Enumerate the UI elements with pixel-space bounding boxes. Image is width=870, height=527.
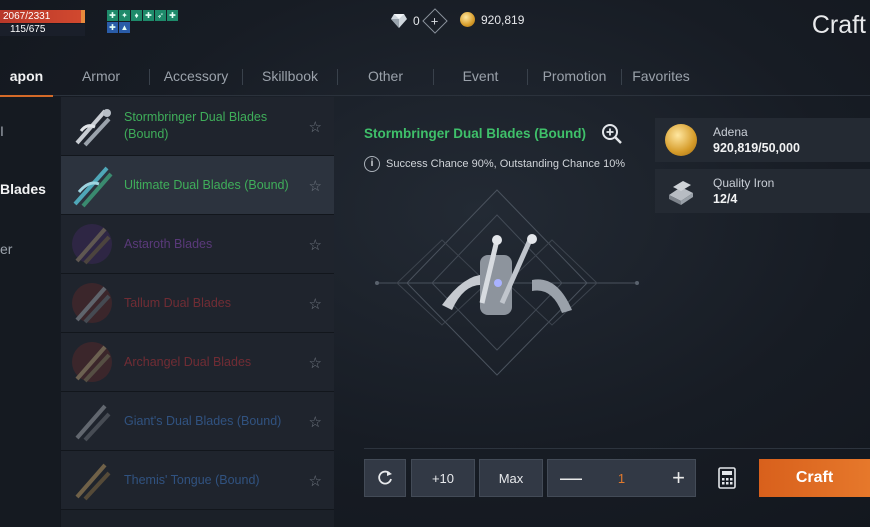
favorite-star-icon[interactable]: ☆ <box>309 295 322 313</box>
diamond-icon <box>391 14 407 28</box>
favorite-star-icon[interactable]: ☆ <box>309 236 322 254</box>
info-icon[interactable]: i <box>364 156 380 172</box>
list-item[interactable]: Stormbringer Dual Blades (Bound) ☆ <box>61 97 334 156</box>
buff-icon: ✚ <box>143 10 154 21</box>
subcategory-list: I Blades er <box>0 97 60 527</box>
adena-coin-icon <box>460 12 475 27</box>
list-item[interactable]: Archangel Dual Blades ☆ <box>61 333 334 392</box>
item-name: Tallum Dual Blades <box>124 295 231 310</box>
tab-skillbook[interactable]: Skillbook <box>243 62 337 96</box>
adena-currency: 920,819 <box>460 12 524 27</box>
hp-text: 2067/2331 <box>3 11 51 22</box>
buff-icon: ✚ <box>107 10 118 21</box>
tab-weapon[interactable]: apon <box>0 62 53 97</box>
diamond-currency: 0 + <box>391 8 448 34</box>
tab-promotion[interactable]: Promotion <box>528 62 621 96</box>
add-diamond-button[interactable]: + <box>421 8 448 34</box>
coin-icon <box>665 124 697 156</box>
tab-accessory[interactable]: Accessory <box>150 62 242 96</box>
buff-icon: ✚ <box>107 22 118 33</box>
reset-button[interactable] <box>364 459 406 497</box>
plus-ten-button[interactable]: +10 <box>411 459 475 497</box>
mp-text: 115/675 <box>10 24 46 35</box>
material-amount: 920,819/50,000 <box>713 141 800 155</box>
item-name: Astaroth Blades <box>124 236 213 251</box>
dual-blades-icon <box>75 463 111 501</box>
material-row: Quality Iron 12/4 <box>655 169 870 213</box>
dual-blades-icon <box>72 224 112 265</box>
buff-icon: ✚ <box>167 10 178 21</box>
dual-blades-icon <box>75 109 111 147</box>
refresh-icon <box>378 470 392 485</box>
hp-bar: 2067/2331 <box>0 10 85 23</box>
tab-favorites[interactable]: Favorites <box>622 62 700 96</box>
material-name: Adena <box>713 125 748 139</box>
buff-icon: ➶ <box>155 10 166 21</box>
list-item[interactable]: Themis' Tongue (Bound) ☆ <box>61 451 334 510</box>
quantity-stepper: — 1 + <box>547 459 696 497</box>
favorite-star-icon[interactable]: ☆ <box>309 472 322 490</box>
tab-event[interactable]: Event <box>434 62 527 96</box>
zoom-in-icon[interactable] <box>601 123 623 145</box>
favorite-star-icon[interactable]: ☆ <box>309 118 322 136</box>
dual-blades-icon <box>442 234 572 315</box>
subcategory-item-blades[interactable]: Blades <box>0 181 46 197</box>
favorite-star-icon[interactable]: ☆ <box>309 177 322 195</box>
item-name: Archangel Dual Blades <box>124 354 252 369</box>
buff-icons: ✚ ✦ ♦ ✚ ➶ ✚ ✚ ▲ <box>107 10 178 33</box>
list-item[interactable]: Tallum Dual Blades ☆ <box>61 274 334 333</box>
craft-button[interactable]: Craft <box>759 459 870 497</box>
item-name: Ultimate Dual Blades (Bound) <box>124 177 289 192</box>
recipe-list: Stormbringer Dual Blades (Bound) ☆ Ultim… <box>61 97 334 527</box>
divider <box>364 448 870 449</box>
list-item[interactable]: Astaroth Blades ☆ <box>61 215 334 274</box>
page-title: Craft <box>811 11 866 39</box>
dual-blades-icon <box>75 404 111 442</box>
tab-other[interactable]: Other <box>338 62 433 96</box>
buff-icon: ▲ <box>119 22 130 33</box>
tab-armor[interactable]: Armor <box>53 62 149 96</box>
mp-bar: 115/675 <box>0 24 85 36</box>
category-tabs: apon Armor Accessory Skillbook Other Eve… <box>0 62 870 97</box>
item-preview <box>375 189 639 376</box>
list-item[interactable]: Ultimate Dual Blades (Bound) ☆ <box>61 156 334 215</box>
subcategory-item[interactable]: I <box>0 123 4 139</box>
buff-icon: ✦ <box>119 10 130 21</box>
adena-count: 920,819 <box>481 12 525 27</box>
favorite-star-icon[interactable]: ☆ <box>309 354 322 372</box>
item-name: Themis' Tongue (Bound) <box>124 472 260 487</box>
diamond-count: 0 <box>413 14 420 28</box>
item-name: Stormbringer Dual Blades (Bound) <box>124 110 268 141</box>
dual-blades-icon <box>73 166 113 208</box>
calculator-icon[interactable] <box>718 467 736 489</box>
dual-blades-icon <box>72 283 112 324</box>
favorite-star-icon[interactable]: ☆ <box>309 413 322 431</box>
material-name: Quality Iron <box>713 176 775 190</box>
material-amount: 12/4 <box>713 192 738 206</box>
buff-icon: ♦ <box>131 10 142 21</box>
material-row: Adena 920,819/50,000 <box>655 118 870 162</box>
iron-icon <box>669 181 693 205</box>
subcategory-item[interactable]: er <box>0 241 12 257</box>
dual-blades-icon <box>72 342 112 383</box>
increase-button[interactable]: + <box>672 467 685 489</box>
player-status: 2067/2331 115/675 <box>0 10 85 36</box>
chance-text: Success Chance 90%, Outstanding Chance 1… <box>386 158 626 170</box>
list-item[interactable]: Giant's Dual Blades (Bound) ☆ <box>61 392 334 451</box>
selected-item-title: Stormbringer Dual Blades (Bound) <box>364 126 587 141</box>
item-name: Giant's Dual Blades (Bound) <box>124 413 282 428</box>
success-chance: i Success Chance 90%, Outstanding Chance… <box>364 156 625 172</box>
max-button[interactable]: Max <box>479 459 543 497</box>
